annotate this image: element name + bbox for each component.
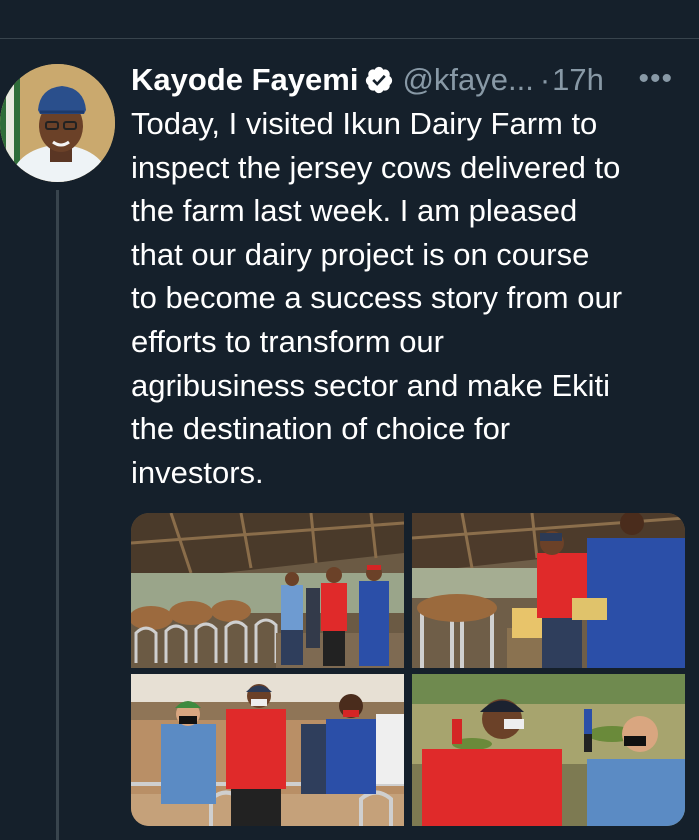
top-divider — [0, 38, 699, 39]
tweet-header: Kayode Fayemi @kfaye... · 17h ••• — [131, 58, 691, 102]
photo-4[interactable] — [412, 674, 685, 826]
photo-3[interactable] — [131, 674, 404, 826]
media-grid — [131, 513, 685, 826]
author-name[interactable]: Kayode Fayemi — [131, 62, 358, 98]
more-horizontal-icon[interactable]: ••• — [638, 62, 673, 96]
separator-dot: · — [539, 62, 551, 97]
tweet-text: Today, I visited Ikun Dairy Farm to insp… — [131, 106, 623, 490]
avatar[interactable] — [0, 64, 115, 182]
author-handle[interactable]: @kfaye... — [402, 62, 533, 98]
photo-1[interactable] — [131, 513, 404, 668]
tweet-timestamp[interactable]: 17h — [552, 62, 604, 98]
photo-2[interactable] — [412, 513, 685, 668]
tweet-body: Kayode Fayemi @kfaye... · 17h ••• Today,… — [131, 58, 691, 494]
thread-line — [56, 190, 59, 840]
verified-badge-icon — [366, 66, 393, 94]
